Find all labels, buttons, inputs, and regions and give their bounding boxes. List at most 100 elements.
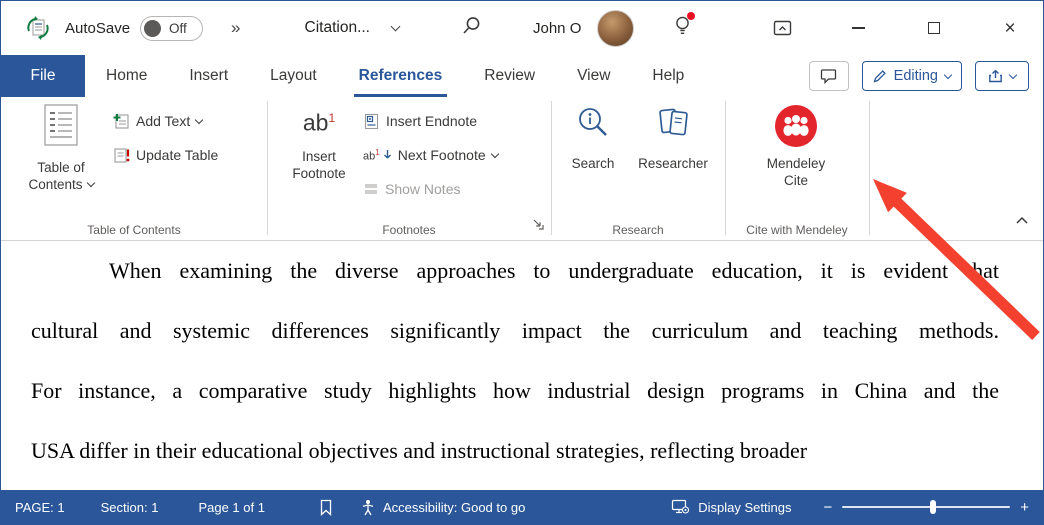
maximize-button[interactable] (917, 11, 951, 45)
minimize-icon (851, 27, 865, 29)
group-separator (551, 101, 552, 235)
toc-label-line2: Contents (28, 177, 83, 192)
tab-file[interactable]: File (1, 55, 85, 97)
zoom-slider-thumb[interactable] (929, 500, 936, 514)
zoom-out-button[interactable]: − (823, 500, 832, 515)
ribbon-references: Table of Contents Add Text Update Table … (1, 97, 1043, 241)
ribbon-display-options-button[interactable] (765, 11, 799, 45)
show-notes-label: Show Notes (385, 181, 461, 197)
show-notes-icon (365, 184, 377, 194)
researcher-button[interactable]: Researcher (629, 105, 717, 172)
next-footnote-icon: ab1 (363, 147, 380, 163)
dialog-launcher-icon (533, 219, 544, 230)
minimize-button[interactable] (841, 11, 875, 45)
insert-endnote-button[interactable]: Insert Endnote (363, 109, 477, 133)
ribbon-tab-row: File Home Insert Layout References Revie… (1, 55, 1043, 97)
zoom-slider[interactable] (842, 500, 1011, 514)
group-separator (869, 101, 870, 235)
document-title-wrap[interactable]: Citation... (304, 19, 401, 37)
paragraph-line: When examining the diverse approaches to… (109, 258, 999, 283)
group-separator (267, 101, 268, 235)
researcher-label: Researcher (638, 156, 708, 171)
add-text-icon (113, 113, 129, 129)
bookmark-icon[interactable] (319, 499, 333, 516)
next-footnote-label: Next Footnote (397, 147, 486, 163)
mendeley-line2: Cite (783, 173, 808, 188)
status-section[interactable]: Section: 1 (101, 500, 159, 515)
add-text-button[interactable]: Add Text (113, 109, 204, 133)
group-label-mendeley: Cite with Mendeley (746, 223, 848, 237)
insert-footnote-line1: Insert (302, 148, 336, 164)
mendeley-line1: Mendeley (766, 156, 826, 171)
maximize-icon (928, 22, 940, 34)
tab-review[interactable]: Review (463, 55, 556, 97)
app-sync-icon (25, 15, 51, 41)
paragraph-line: cultural and systemic differences signif… (31, 318, 999, 343)
tab-layout[interactable]: Layout (249, 55, 338, 97)
table-of-contents-icon (44, 104, 78, 146)
quick-access-overflow-icon[interactable]: » (231, 18, 240, 38)
chevron-down-icon (390, 21, 401, 32)
next-footnote-button[interactable]: ab1 Next Footnote (363, 143, 499, 167)
tab-insert[interactable]: Insert (168, 55, 249, 97)
footnotes-dialog-launcher[interactable] (532, 217, 544, 235)
comment-icon (821, 69, 837, 84)
pencil-icon (873, 70, 886, 83)
zoom-in-button[interactable]: + (1020, 500, 1029, 515)
insert-footnote-button[interactable]: ab1 Insert Footnote (283, 105, 355, 182)
update-table-button[interactable]: Update Table (113, 143, 218, 167)
chevron-down-icon (943, 70, 953, 79)
insert-endnote-icon (364, 113, 379, 129)
autosave-toggle[interactable]: Off (140, 15, 204, 41)
display-settings-button[interactable]: Display Settings (698, 500, 791, 515)
search-button[interactable]: Search (561, 105, 625, 172)
user-name: John O (533, 19, 582, 37)
share-icon (989, 70, 1002, 83)
status-page-count[interactable]: Page 1 of 1 (198, 500, 265, 515)
close-button[interactable]: × (993, 11, 1027, 45)
group-label-toc: Table of Contents (87, 223, 181, 237)
display-settings-icon (671, 499, 690, 515)
search-label: Search (571, 156, 615, 171)
share-button[interactable] (975, 61, 1029, 91)
autosave-label: AutoSave (65, 19, 131, 37)
search-magnifier-icon (579, 108, 607, 136)
tab-references[interactable]: References (338, 55, 464, 97)
avatar[interactable] (597, 9, 635, 47)
show-notes-button: Show Notes (363, 177, 460, 201)
tab-view[interactable]: View (556, 55, 631, 97)
tips-button[interactable] (674, 12, 696, 41)
tabrow-right-controls: Editing (808, 55, 1029, 97)
title-bar: AutoSave Off » Citation... John O × (1, 1, 1043, 55)
autosave-state: Off (169, 20, 187, 36)
insert-endnote-label: Insert Endnote (386, 113, 478, 129)
group-separator (725, 101, 726, 235)
update-table-icon (114, 147, 130, 163)
tab-help[interactable]: Help (631, 55, 705, 97)
close-icon: × (1004, 17, 1016, 39)
status-bar: PAGE: 1 Section: 1 Page 1 of 1 Accessibi… (1, 490, 1043, 524)
editing-label: Editing (893, 68, 938, 84)
editing-mode-button[interactable]: Editing (861, 61, 962, 91)
insert-footnote-line2: Footnote (292, 165, 346, 181)
word-window: AutoSave Off » Citation... John O × File… (0, 0, 1044, 525)
table-of-contents-button[interactable]: Table of Contents (13, 103, 109, 193)
chevron-up-icon (1016, 216, 1028, 224)
group-label-research: Research (612, 223, 664, 237)
search-icon[interactable] (461, 16, 481, 41)
arrow-down-icon (383, 150, 391, 159)
mendeley-cite-button[interactable]: Mendeley Cite (741, 105, 851, 189)
toggle-knob-icon (144, 19, 162, 37)
status-page-number[interactable]: PAGE: 1 (15, 500, 65, 515)
chevron-down-icon (86, 178, 95, 188)
collapse-ribbon-button[interactable] (1015, 212, 1029, 230)
accessibility-status[interactable]: Accessibility: Good to go (383, 500, 525, 515)
document-page[interactable]: When examining the diverse approaches to… (1, 241, 1043, 492)
chevron-down-icon (490, 149, 499, 158)
comments-button[interactable] (808, 61, 849, 91)
document-title: Citation... (304, 19, 370, 36)
notification-dot-icon (687, 12, 696, 20)
chevron-down-icon (194, 115, 204, 124)
chevron-down-icon (1008, 70, 1018, 79)
tab-home[interactable]: Home (85, 55, 168, 97)
